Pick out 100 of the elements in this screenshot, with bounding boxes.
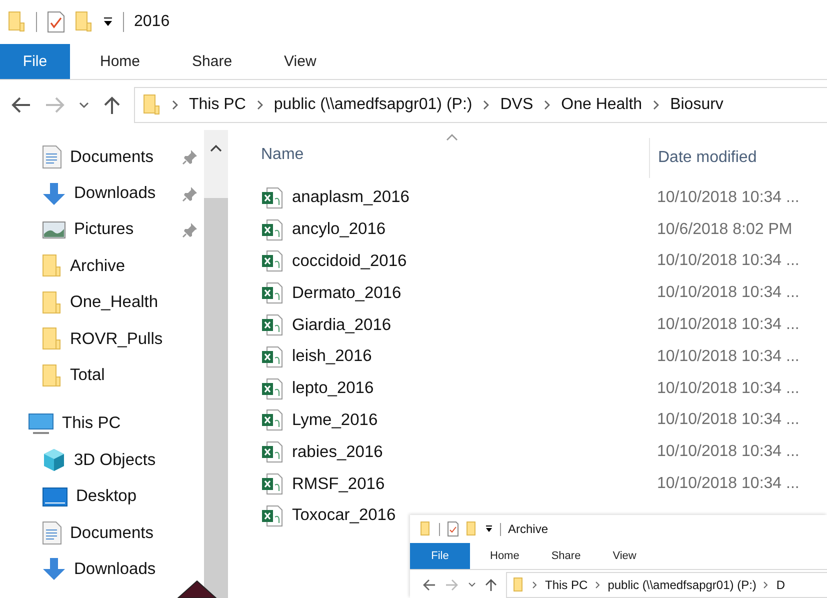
spreadsheet-icon xyxy=(261,504,283,527)
column-header[interactable]: Date modified xyxy=(649,138,757,178)
download-arrow-icon xyxy=(42,557,66,582)
file-tab[interactable]: File xyxy=(0,44,70,79)
sidebar-item[interactable]: This PC xyxy=(62,414,121,434)
chevron-down-icon[interactable] xyxy=(468,582,476,588)
file-name[interactable]: Giardia_2016 xyxy=(292,316,648,335)
spreadsheet-icon xyxy=(261,441,283,464)
chevron-right-icon[interactable] xyxy=(171,100,179,110)
scrollbar-thumb[interactable] xyxy=(204,198,228,598)
chevron-right-icon[interactable] xyxy=(652,100,660,110)
ribbon-tab[interactable]: Home xyxy=(470,543,532,569)
spreadsheet-icon xyxy=(261,346,283,368)
sidebar-item[interactable]: Downloads xyxy=(74,184,156,204)
breadcrumb[interactable]: Biosurv xyxy=(670,96,724,114)
breadcrumb[interactable]: D xyxy=(776,578,786,592)
chevron-right-icon[interactable] xyxy=(482,100,490,110)
breadcrumb[interactable]: This PC xyxy=(189,96,246,114)
breadcrumb[interactable]: public (\\amedfsapgr01) (P:) xyxy=(274,96,472,114)
chevron-right-icon[interactable] xyxy=(543,100,552,110)
breadcrumb[interactable]: This PC xyxy=(545,578,588,592)
spreadsheet-icon xyxy=(261,473,283,496)
properties-icon[interactable] xyxy=(447,521,459,537)
address-bar[interactable]: This PC public (\\amedfsapgr01) (P:) D xyxy=(506,572,827,598)
date-modified: 10/10/2018 10:34 ... xyxy=(657,284,800,302)
file-name[interactable]: coccidoid_2016 xyxy=(292,252,648,271)
file-name[interactable]: rabies_2016 xyxy=(292,442,648,462)
ribbon-tab[interactable]: Home xyxy=(70,44,162,79)
folder-icon xyxy=(42,290,62,315)
pin-icon[interactable] xyxy=(182,149,198,166)
date-modified: 10/6/2018 8:02 PM xyxy=(657,220,792,239)
sort-ascending-icon xyxy=(446,134,458,141)
ribbon-tab[interactable]: View xyxy=(592,543,648,569)
document-icon xyxy=(42,145,62,170)
window-title: 2016 xyxy=(134,13,170,31)
file-name[interactable]: lepto_2016 xyxy=(292,379,648,398)
date-modified: 10/10/2018 10:34 ... xyxy=(657,380,800,398)
window-title: Archive xyxy=(508,522,548,536)
folder-icon xyxy=(42,327,62,352)
chevron-right-icon[interactable] xyxy=(594,580,601,588)
date-modified: 10/10/2018 10:34 ... xyxy=(657,475,800,494)
breadcrumb[interactable]: DVS xyxy=(500,96,534,114)
sidebar-item[interactable]: Documents xyxy=(70,148,154,167)
document-icon xyxy=(42,521,62,546)
chevron-up-icon xyxy=(210,144,222,152)
back-icon[interactable] xyxy=(422,578,436,590)
file-name[interactable]: ancylo_2016 xyxy=(292,220,648,240)
download-arrow-icon xyxy=(42,182,66,206)
sidebar-item[interactable]: Downloads xyxy=(74,560,156,579)
chevron-right-icon[interactable] xyxy=(763,580,770,588)
spreadsheet-icon xyxy=(261,250,283,272)
sidebar-item[interactable]: Archive xyxy=(70,256,126,276)
up-arrow-icon[interactable] xyxy=(102,95,122,115)
sidebar-item[interactable]: Desktop xyxy=(76,487,137,506)
chevron-right-icon[interactable] xyxy=(532,580,538,588)
computer-icon xyxy=(28,412,54,435)
spreadsheet-icon xyxy=(261,378,283,400)
back-icon[interactable] xyxy=(10,96,32,114)
file-name[interactable]: anaplasm_2016 xyxy=(292,188,648,208)
sidebar-item[interactable]: Documents xyxy=(70,524,154,543)
triangle-icon xyxy=(177,580,217,598)
cube-icon xyxy=(42,448,66,472)
file-tab[interactable]: File xyxy=(410,543,470,569)
breadcrumb[interactable]: public (\\amedfsapgr01) (P:) xyxy=(608,578,756,592)
chevron-down-icon[interactable] xyxy=(78,101,90,109)
folder-icon xyxy=(143,94,161,116)
ribbon-tab[interactable]: View xyxy=(254,44,338,79)
up-arrow-icon[interactable] xyxy=(485,578,497,592)
folder-icon xyxy=(42,364,62,388)
file-name[interactable]: Dermato_2016 xyxy=(292,284,648,303)
date-modified: 10/10/2018 10:34 ... xyxy=(657,316,800,334)
sidebar-item[interactable]: ROVR_Pulls xyxy=(70,330,163,349)
folder-icon xyxy=(513,576,525,592)
spreadsheet-icon xyxy=(261,314,283,336)
date-modified: 10/10/2018 10:34 ... xyxy=(657,348,800,366)
file-name[interactable]: RMSF_2016 xyxy=(292,474,648,494)
ribbon-tab[interactable]: Share xyxy=(162,44,254,79)
sidebar-item[interactable]: Total xyxy=(70,366,105,386)
chevron-right-icon[interactable] xyxy=(256,100,264,110)
file-name[interactable]: leish_2016 xyxy=(292,347,648,366)
address-bar[interactable]: This PC public (\\amedfsapgr01) (P:) DVS One Health Biosurv xyxy=(134,87,827,123)
spreadsheet-icon xyxy=(261,186,283,209)
file-name[interactable]: Lyme_2016 xyxy=(292,410,648,430)
breadcrumb[interactable]: One Health xyxy=(561,96,642,114)
ribbon-tab[interactable]: Share xyxy=(531,543,593,569)
pin-icon[interactable] xyxy=(182,222,198,238)
spreadsheet-icon xyxy=(261,218,283,241)
dropdown-icon[interactable] xyxy=(485,525,493,533)
picture-icon xyxy=(42,220,66,239)
sidebar-item[interactable]: One_Health xyxy=(70,293,158,312)
spreadsheet-icon xyxy=(261,282,283,304)
column-header[interactable]: Name xyxy=(261,146,649,164)
folder-icon xyxy=(42,254,62,278)
date-modified: 10/10/2018 10:34 ... xyxy=(657,252,800,270)
pin-icon[interactable] xyxy=(182,186,198,202)
sidebar-item[interactable]: 3D Objects xyxy=(74,450,156,470)
spreadsheet-icon xyxy=(261,409,283,432)
sidebar-item[interactable]: Pictures xyxy=(74,220,134,240)
properties-icon[interactable] xyxy=(47,11,65,33)
dropdown-icon[interactable] xyxy=(103,17,113,27)
